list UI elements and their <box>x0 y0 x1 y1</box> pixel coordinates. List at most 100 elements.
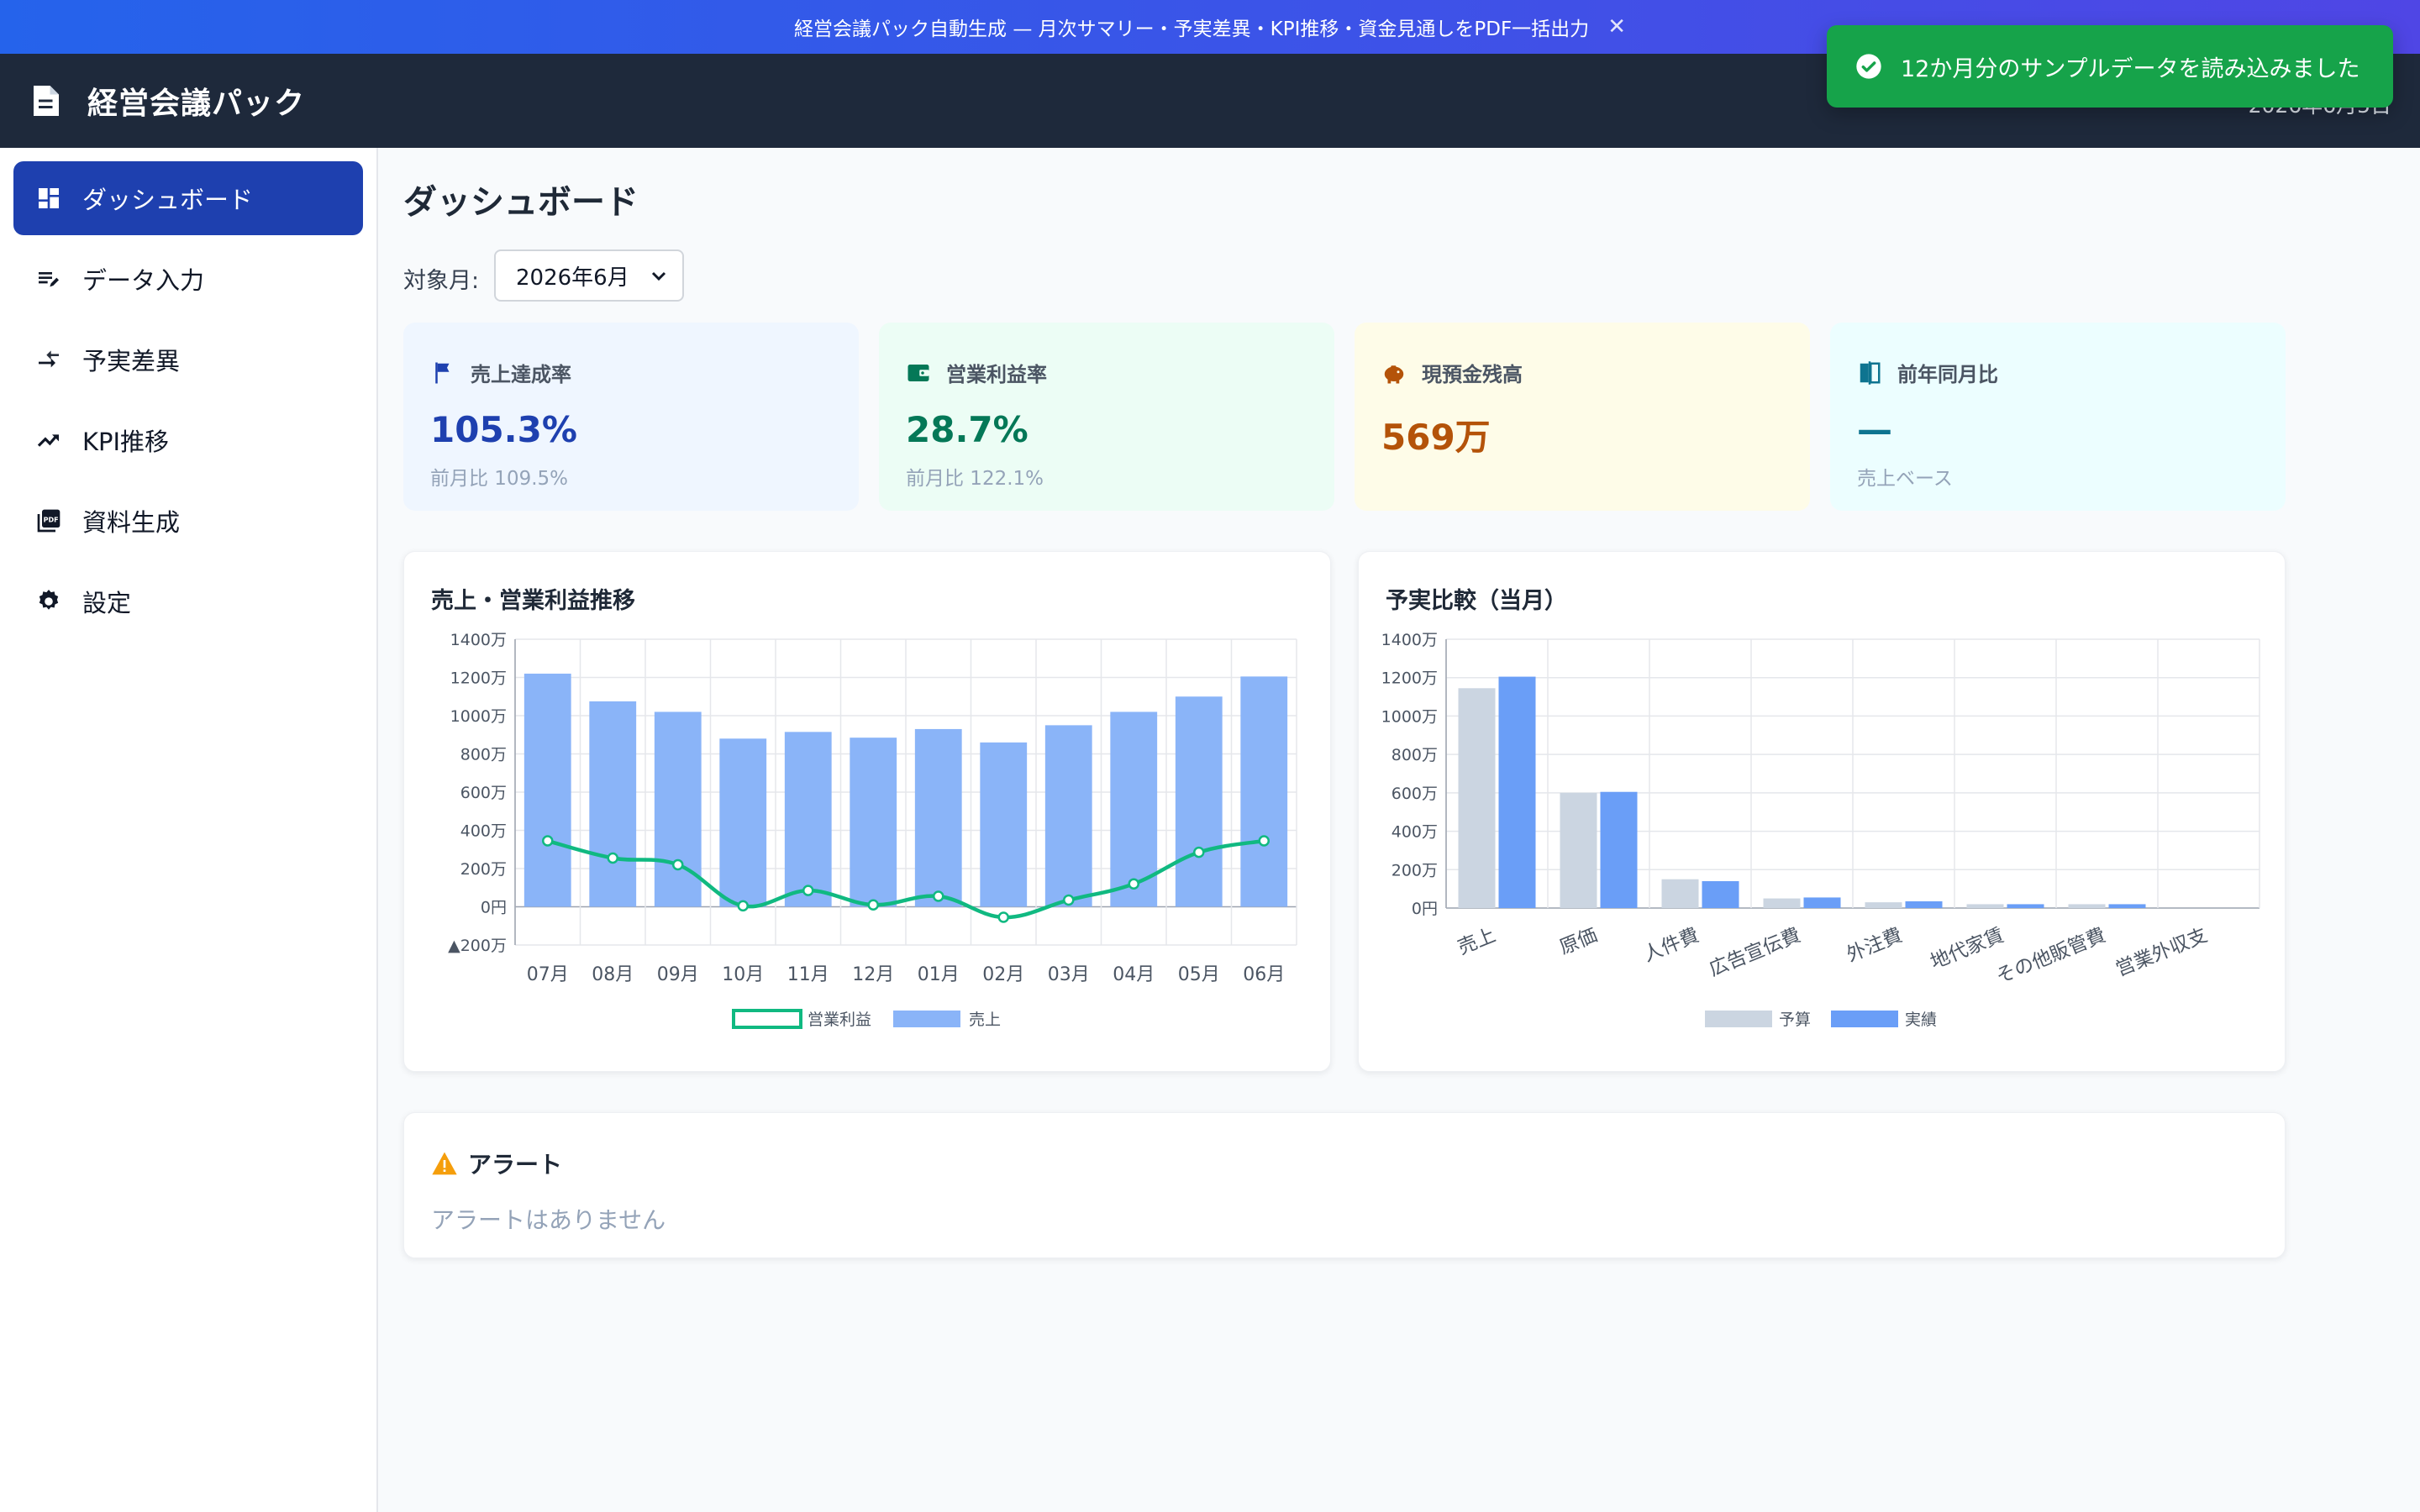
bar-actual <box>1498 676 1536 908</box>
bar-actual <box>1803 897 1841 908</box>
document-icon <box>34 86 59 116</box>
kpi-value: 28.7% <box>906 409 1028 450</box>
sidebar-item-label: KPI推移 <box>82 428 170 456</box>
sidebar: ダッシュボード データ入力 予実差異 KPI推移 PDF 資料生成 設定 <box>0 148 378 1512</box>
edit-list-icon <box>39 272 59 287</box>
x-tick-label: 04月 <box>1113 964 1155 985</box>
y-tick-label: 200万 <box>1392 861 1438 879</box>
line-point <box>672 858 684 871</box>
kpi-label: 現預金残高 <box>1422 363 1523 386</box>
y-tick-label: 800万 <box>460 746 507 764</box>
sidebar-item-label: 資料生成 <box>82 508 181 537</box>
kpi-card-sales-achievement: 売上達成率 105.3% 前月比 109.5% <box>403 323 859 511</box>
legend-swatch-actual <box>1831 1011 1898 1027</box>
x-tick-label: 原価 <box>1556 924 1600 958</box>
x-tick-label: 08月 <box>592 964 634 985</box>
x-tick-label: 11月 <box>787 964 829 985</box>
kpi-value: 105.3% <box>430 409 577 450</box>
trend-chart-card: 売上・営業利益推移 1400万 1200万 1000万 800万 600万 400万 200… <box>403 551 1331 1072</box>
kpi-sub: 前月比 122.1% <box>906 468 1044 490</box>
banner-close-button[interactable]: ✕ <box>1607 14 1626 39</box>
bar-sales <box>850 738 897 907</box>
y-tick-label: 400万 <box>1392 823 1438 842</box>
line-point <box>1193 846 1205 858</box>
gear-icon <box>39 590 59 610</box>
y-tick-label: 1200万 <box>1381 669 1438 688</box>
alerts-card: アラート アラートはありません <box>403 1112 2286 1258</box>
flag-icon <box>435 362 450 383</box>
success-toast: 12か月分のサンプルデータを読み込みました <box>1827 25 2393 108</box>
y-tick-label: 0円 <box>1412 900 1438 918</box>
y-tick-label: ▲200万 <box>448 937 507 955</box>
trend-chart: 1400万 1200万 1000万 800万 600万 400万 200万 0円 ▲200万 07… <box>448 631 1297 1029</box>
sidebar-item-variance[interactable]: 予実差異 <box>13 323 363 396</box>
kpi-card-cash-balance: 現預金残高 569万 <box>1355 323 1810 511</box>
x-tick-label: 03月 <box>1048 964 1090 985</box>
check-circle-icon <box>1856 54 1881 79</box>
bar-budget <box>1865 902 1902 908</box>
bar-sales <box>1175 696 1223 907</box>
x-tick-label: 01月 <box>918 964 960 985</box>
sidebar-item-kpi[interactable]: KPI推移 <box>13 403 363 477</box>
line-point <box>1258 835 1270 847</box>
chevron-down-icon <box>651 271 666 281</box>
y-tick-label: 1000万 <box>1381 707 1438 726</box>
bar-budget <box>2068 904 2106 908</box>
line-point <box>542 835 554 847</box>
bar-actual <box>1905 901 1943 908</box>
line-point <box>737 900 749 912</box>
x-tick-label: 02月 <box>982 964 1024 985</box>
bar-sales <box>784 732 832 907</box>
page-title: ダッシュボード <box>403 183 639 222</box>
budget-chart: 1400万 1200万 1000万 800万 600万 400万 200万 0円売上 原価 人件費… <box>1381 631 2260 1029</box>
dashboard-icon <box>39 188 59 208</box>
y-tick-label: 1400万 <box>450 631 507 649</box>
sidebar-item-dashboard[interactable]: ダッシュボード <box>13 161 363 235</box>
kpi-value: — <box>1857 409 1892 450</box>
legend-label: 営業利益 <box>808 1011 871 1029</box>
x-tick-label: 外注費 <box>1844 924 1906 966</box>
bar-budget <box>1966 904 2004 908</box>
sidebar-item-label: 予実差異 <box>82 347 181 375</box>
legend-label: 売上 <box>969 1011 1001 1029</box>
wallet-icon <box>908 364 929 381</box>
bar-sales <box>1240 676 1288 907</box>
legend-swatch-sales <box>893 1011 960 1027</box>
line-point <box>933 890 944 902</box>
month-select[interactable]: 2026年6月 <box>494 249 684 302</box>
sidebar-item-label: ダッシュボード <box>82 186 254 214</box>
sidebar-item-label: 設定 <box>82 589 132 617</box>
bar-budget <box>1458 688 1496 908</box>
bar-sales <box>914 728 962 907</box>
budget-chart-card: 予実比較（当月） 1400万 1200万 1000万 800万 600万 400万 200万… <box>1358 551 2286 1072</box>
x-tick-label: 07月 <box>527 964 569 985</box>
kpi-sub: 前月比 109.5% <box>430 468 569 490</box>
month-label: 対象月: <box>403 268 480 294</box>
bar-budget <box>1661 879 1699 908</box>
sidebar-item-settings[interactable]: 設定 <box>13 564 363 638</box>
kpi-label: 前年同月比 <box>1897 363 1998 386</box>
x-tick-label: 06月 <box>1243 964 1285 985</box>
kpi-card-operating-margin: 営業利益率 28.7% 前月比 122.1% <box>879 323 1334 511</box>
x-tick-label: 12月 <box>852 964 894 985</box>
x-tick-label: 営業外収支 <box>2112 924 2210 980</box>
kpi-value: 569万 <box>1381 417 1491 458</box>
svg-text:PDF: PDF <box>44 516 59 523</box>
line-point <box>1128 878 1139 890</box>
x-tick-label: その他販管費 <box>1993 924 2109 988</box>
y-tick-label: 0円 <box>481 899 507 917</box>
legend-label: 実績 <box>1905 1011 1937 1029</box>
bar-actual <box>1702 881 1739 908</box>
bar-budget <box>1763 898 1801 908</box>
alerts-title: アラート <box>468 1151 563 1179</box>
kpi-label: 売上達成率 <box>471 363 571 386</box>
x-tick-label: 10月 <box>722 964 764 985</box>
sidebar-item-report[interactable]: PDF 資料生成 <box>13 484 363 558</box>
warning-icon <box>432 1152 457 1175</box>
pdf-icon: PDF <box>37 509 60 533</box>
y-tick-label: 1000万 <box>450 707 507 726</box>
bar-actual <box>2007 904 2044 908</box>
sidebar-item-data-entry[interactable]: データ入力 <box>13 242 363 316</box>
line-point <box>607 852 618 864</box>
bar-sales <box>719 738 767 907</box>
